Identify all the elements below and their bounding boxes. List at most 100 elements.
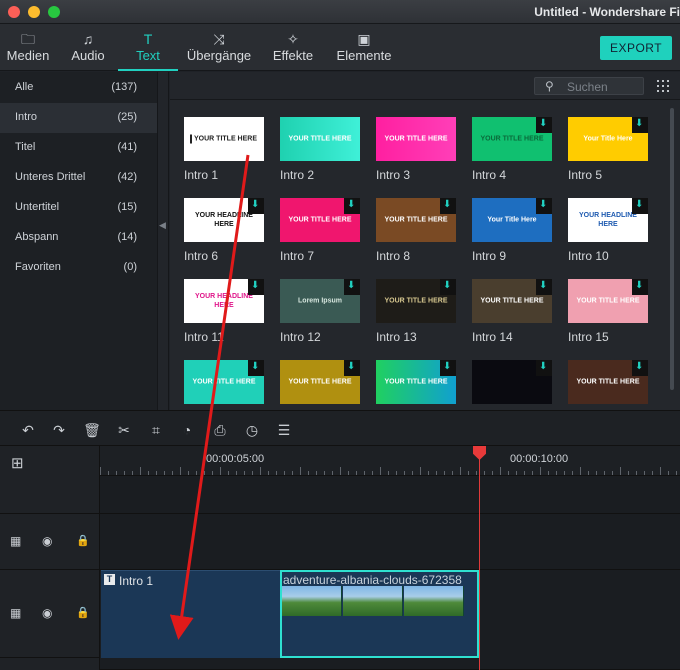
text-clip-icon: T	[104, 574, 115, 585]
category-item[interactable]: Intro (25)	[0, 103, 157, 133]
download-icon[interactable]	[248, 360, 264, 376]
category-item[interactable]: Alle (137)	[0, 73, 157, 103]
lock-icon[interactable]: 🔒	[76, 534, 90, 547]
timeline-track-video-1[interactable]	[100, 514, 680, 570]
tab-übergänge[interactable]: ⤨ Übergänge	[182, 24, 256, 71]
download-icon[interactable]	[632, 198, 648, 214]
crop-icon[interactable]: ⌗	[147, 421, 165, 439]
download-icon[interactable]	[536, 279, 552, 295]
ruler-tick	[260, 467, 261, 475]
minimize-window-button[interactable]	[28, 6, 40, 18]
eye-icon[interactable]: ◉	[42, 606, 52, 620]
intro-thumbnail[interactable]: YOUR TITLE HERE	[472, 117, 552, 161]
grid-dot	[667, 80, 669, 82]
tab-label: Text	[136, 48, 160, 63]
export-button[interactable]: EXPORT	[600, 36, 672, 60]
scissors-icon[interactable]: ✂	[115, 421, 133, 439]
intro-thumbnail[interactable]	[472, 360, 552, 404]
download-icon[interactable]	[536, 198, 552, 214]
maximize-window-button[interactable]	[48, 6, 60, 18]
category-item[interactable]: Untertitel (15)	[0, 193, 157, 223]
adjust-icon[interactable]: ☰	[275, 421, 293, 439]
collapse-arrow-icon[interactable]: ◀	[159, 220, 166, 231]
intro-thumbnail[interactable]: YOUR TITLE HERE	[376, 360, 456, 404]
intro-thumbnail[interactable]: YOUR HEADLINE HERE	[184, 198, 264, 242]
intro-thumbnail[interactable]: YOUR TITLE HERE	[376, 117, 456, 161]
speed-icon[interactable]: ◔	[178, 421, 196, 439]
category-count: (42)	[117, 171, 137, 183]
ruler-tick	[476, 471, 477, 475]
thumbnail-text: YOUR TITLE HERE	[384, 297, 448, 305]
download-icon[interactable]	[248, 198, 264, 214]
grid-view-icon[interactable]	[657, 80, 671, 94]
tab-text[interactable]: T Text	[118, 24, 178, 71]
intro-thumbnail[interactable]: YOUR TITLE HERE	[280, 117, 360, 161]
category-item[interactable]: Abspann (14)	[0, 223, 157, 253]
download-icon[interactable]	[344, 198, 360, 214]
download-icon[interactable]	[536, 360, 552, 376]
intro-thumbnail[interactable]: Your Title Here	[568, 117, 648, 161]
undo-icon[interactable]: ↶	[19, 421, 37, 439]
lock-icon[interactable]: 🔒	[76, 606, 90, 619]
download-icon[interactable]	[248, 279, 264, 295]
download-icon[interactable]	[536, 117, 552, 133]
search-input[interactable]: ⚲ Suchen	[534, 77, 644, 95]
ruler-time-10s: 00:00:10:00	[510, 453, 569, 465]
ruler-tick	[316, 471, 317, 475]
intro-thumbnail[interactable]: YOUR TITLE HERE	[280, 360, 360, 404]
tab-elemente[interactable]: ▣ Elemente	[330, 24, 398, 71]
category-item[interactable]: Titel (41)	[0, 133, 157, 163]
intro-thumbnail[interactable]: YOUR TITLE HERE	[568, 279, 648, 323]
ruler-tick	[572, 471, 573, 475]
intro-thumbnail[interactable]: YOUR TITLE HERE	[280, 198, 360, 242]
close-window-button[interactable]	[8, 6, 20, 18]
download-icon[interactable]	[632, 279, 648, 295]
tab-medien[interactable]: 🗀 Medien	[0, 24, 56, 71]
intro-thumbnail[interactable]: YOUR TITLE HERE	[184, 360, 264, 404]
redo-icon[interactable]: ↷	[50, 421, 68, 439]
download-icon[interactable]	[632, 117, 648, 133]
grid-dot	[667, 90, 669, 92]
thumbnail-text: YOUR TITLE HERE	[192, 378, 256, 386]
playhead-line	[479, 454, 480, 670]
eye-icon[interactable]: ◉	[42, 534, 52, 548]
intro-thumbnail[interactable]: Lorem Ipsum	[280, 279, 360, 323]
intro-thumbnail[interactable]: YOUR TITLE HERE	[376, 198, 456, 242]
library-scrollbar[interactable]	[670, 108, 674, 390]
category-item[interactable]: Unteres Drittel (42)	[0, 163, 157, 193]
download-icon[interactable]	[632, 360, 648, 376]
category-count: (14)	[117, 231, 137, 243]
intro-thumbnail[interactable]: YOUR TITLE HERE	[472, 279, 552, 323]
snapshot-icon[interactable]: ⎙	[211, 421, 229, 439]
ruler-time-5s: 00:00:05:00	[206, 453, 265, 465]
download-icon[interactable]	[440, 279, 456, 295]
download-icon[interactable]	[440, 360, 456, 376]
intro-thumbnail[interactable]: YOUR TITLE HERE	[184, 117, 264, 161]
download-icon[interactable]	[344, 360, 360, 376]
ruler-tick	[612, 471, 613, 475]
video-clip[interactable]: adventure-albania-clouds-672358	[280, 570, 479, 658]
intro-thumbnail[interactable]: YOUR TITLE HERE	[376, 279, 456, 323]
clock-icon[interactable]: ◷	[243, 421, 261, 439]
intro-thumbnail[interactable]: Your Title Here	[472, 198, 552, 242]
intro-label: Intro 3	[376, 168, 411, 182]
tab-effekte[interactable]: ✧ Effekte	[266, 24, 320, 71]
timeline-ruler[interactable]: 00:00:05:00 00:00:10:00	[100, 446, 680, 476]
ruler-tick	[380, 467, 381, 475]
clip-frame	[282, 586, 342, 616]
download-icon[interactable]	[440, 198, 456, 214]
category-item[interactable]: Favoriten (0)	[0, 253, 157, 283]
intro-thumbnail[interactable]: YOUR HEADLINE HERE	[568, 198, 648, 242]
intro-thumbnail[interactable]: YOUR TITLE HERE	[568, 360, 648, 404]
tab-audio[interactable]: ♫ Audio	[62, 24, 114, 71]
timeline-track-empty[interactable]	[100, 476, 680, 514]
intro-thumbnail[interactable]: YOUR HEADLINE HERE	[184, 279, 264, 323]
tab-label: Effekte	[272, 48, 314, 63]
trash-icon[interactable]: 🗑	[83, 421, 101, 439]
ruler-tick	[532, 471, 533, 475]
download-icon[interactable]	[344, 279, 360, 295]
add-track-icon[interactable]: ⊞	[11, 454, 24, 472]
panel-divider[interactable]	[157, 72, 169, 410]
title-clip[interactable]: T Intro 1	[101, 570, 280, 658]
ruler-tick	[652, 471, 653, 475]
